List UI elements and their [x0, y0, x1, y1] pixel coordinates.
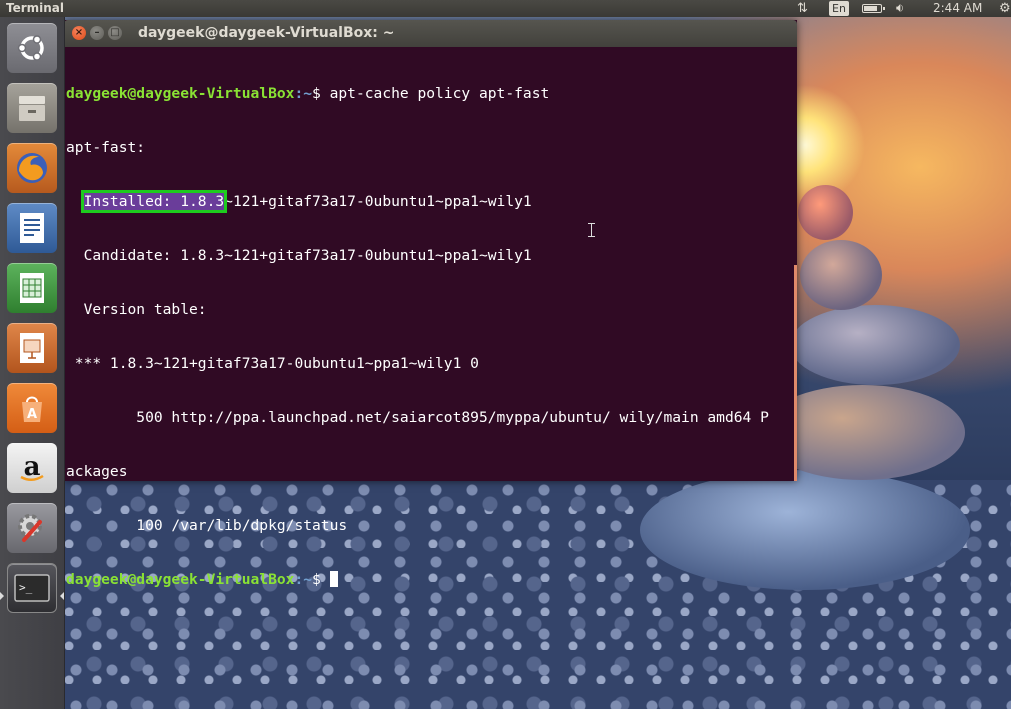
keyboard-language-indicator[interactable]: En — [829, 1, 849, 16]
launcher-item-terminal[interactable]: >_ — [7, 563, 57, 613]
output-line-version-table: Version table: — [66, 301, 207, 318]
software-center-icon: A — [22, 396, 42, 422]
command-line: daygeek@daygeek-VirtualBox:~$ apt-cache … — [66, 85, 793, 103]
launcher-item-calc[interactable] — [7, 263, 57, 313]
settings-icon — [18, 514, 42, 542]
terminal-icon: >_ — [14, 574, 50, 602]
amazon-icon: a — [20, 452, 44, 482]
wallpaper-stone — [798, 185, 853, 240]
installed-version-highlight: Installed: 1.8.3 — [80, 190, 228, 213]
wallpaper-stone — [790, 305, 960, 385]
prompt-path: :~ — [294, 571, 313, 588]
window-edge-highlight — [794, 265, 797, 481]
current-prompt-line: daygeek@daygeek-VirtualBox:~$ — [66, 571, 793, 589]
output-line-source-wrap: ackages — [66, 463, 128, 480]
launcher-item-impress[interactable] — [7, 323, 57, 373]
writer-icon — [20, 213, 44, 243]
network-icon[interactable]: ⇅ — [797, 0, 808, 17]
terminal-output[interactable]: daygeek@daygeek-VirtualBox:~$ apt-cache … — [66, 49, 793, 588]
minimize-button[interactable]: – — [90, 26, 104, 40]
text-cursor — [329, 571, 338, 587]
output-line-source: 500 http://ppa.launchpad.net/saiarcot895… — [66, 409, 769, 426]
output-line: apt-fast: — [66, 139, 146, 156]
active-app-name: Terminal — [6, 1, 65, 15]
battery-icon[interactable] — [862, 4, 885, 13]
output-line-candidate: Candidate: 1.8.3~121+gitaf73a17-0ubuntu1… — [66, 247, 532, 264]
output-line-status: 100 /var/lib/dpkg/status — [66, 517, 348, 534]
clock[interactable]: 2:44 AM — [933, 0, 982, 17]
calc-icon — [20, 273, 44, 303]
prompt-symbol: $ — [312, 85, 330, 102]
launcher-item-files[interactable] — [7, 83, 57, 133]
files-icon — [19, 96, 45, 121]
terminal-window[interactable]: × – □ daygeek@daygeek-VirtualBox: ~ dayg… — [64, 20, 797, 588]
window-titlebar[interactable]: × – □ daygeek@daygeek-VirtualBox: ~ — [64, 20, 797, 47]
top-panel: Terminal ⇅ En 🔉︎ 2:44 AM ⚙ — [0, 0, 1011, 17]
launcher: A a >_ — [0, 17, 65, 709]
prompt-user: daygeek@daygeek-VirtualBox — [66, 571, 295, 588]
terminal-glyph: >_ — [19, 581, 33, 594]
software-center-letter: A — [27, 407, 37, 422]
mouse-ibeam-cursor-icon — [588, 223, 596, 237]
focused-indicator — [60, 592, 64, 600]
output-line-version-entry: *** 1.8.3~121+gitaf73a17-0ubuntu1~ppa1~w… — [66, 355, 479, 372]
launcher-item-writer[interactable] — [7, 203, 57, 253]
volume-icon[interactable]: 🔉︎ — [896, 0, 904, 17]
launcher-item-amazon[interactable]: a — [7, 443, 57, 493]
launcher-item-dash[interactable] — [7, 23, 57, 73]
installed-version-rest: ~121+gitaf73a17-0ubuntu1~ppa1~wily1 — [224, 193, 532, 210]
window-title: daygeek@daygeek-VirtualBox: ~ — [138, 25, 395, 41]
output-line-installed: Installed: 1.8.3~121+gitaf73a17-0ubuntu1… — [66, 190, 793, 213]
close-button[interactable]: × — [72, 26, 86, 40]
running-indicator — [0, 592, 4, 600]
prompt-symbol: $ — [312, 571, 330, 588]
maximize-button[interactable]: □ — [108, 26, 122, 40]
impress-icon — [20, 333, 44, 363]
launcher-item-settings[interactable] — [7, 503, 57, 553]
wallpaper-stone — [800, 240, 882, 310]
ubuntu-logo-icon — [17, 35, 44, 61]
prompt-user: daygeek@daygeek-VirtualBox — [66, 85, 295, 102]
launcher-item-software-center[interactable]: A — [7, 383, 57, 433]
command-text: apt-cache policy apt-fast — [329, 85, 550, 102]
prompt-path: :~ — [294, 85, 313, 102]
launcher-item-firefox[interactable] — [7, 143, 57, 193]
firefox-icon — [17, 153, 47, 183]
session-gear-icon[interactable]: ⚙ — [999, 0, 1011, 17]
